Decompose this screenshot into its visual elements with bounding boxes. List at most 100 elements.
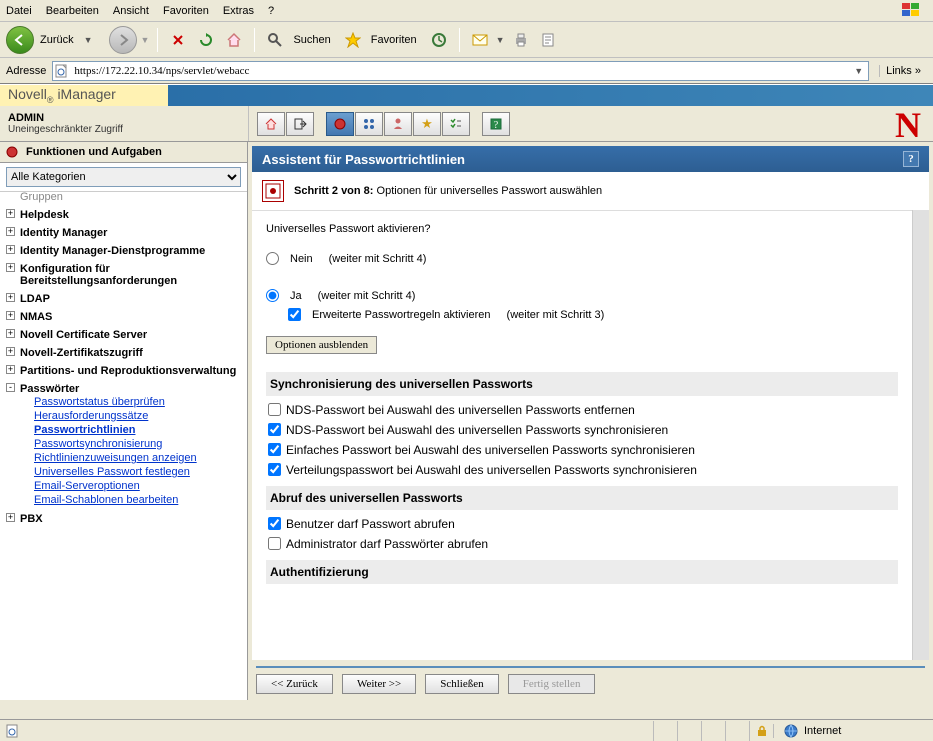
expand-icon[interactable]: + [6, 311, 15, 320]
menu-ansicht[interactable]: Ansicht [113, 5, 149, 17]
expand-icon[interactable]: + [6, 209, 15, 218]
mail-button[interactable] [468, 28, 492, 52]
task-list-icon[interactable] [442, 112, 470, 136]
checkbox-extended-label: Erweiterte Passwortregeln aktivieren [312, 309, 491, 321]
expand-icon[interactable]: + [6, 513, 15, 522]
help-button[interactable]: ? [903, 151, 919, 167]
expand-icon[interactable]: + [6, 365, 15, 374]
tree-item-partitions[interactable]: +Partitions- und Reproduktionsverwaltung [6, 362, 241, 380]
menu-favoriten[interactable]: Favoriten [163, 5, 209, 17]
main-area: Funktionen und Aufgaben Alle Kategorien … [0, 142, 933, 700]
refresh-button[interactable] [194, 28, 218, 52]
expand-icon[interactable]: + [6, 347, 15, 356]
next-button-wizard[interactable]: Weiter >> [342, 674, 416, 694]
tree-item-ldap[interactable]: +LDAP [6, 290, 241, 308]
sublink-password-sync[interactable]: Passwortsynchronisierung [34, 437, 241, 451]
address-bar: Adresse ▼ Links » [0, 58, 933, 84]
checkbox-sync-simple[interactable] [268, 443, 281, 456]
favorites-label: Favoriten [371, 34, 417, 46]
mail-dropdown-icon[interactable]: ▼ [496, 35, 505, 45]
tree-item-cert-access[interactable]: +Novell-Zertifikatszugriff [6, 344, 241, 362]
tree-item-helpdesk[interactable]: +Helpdesk [6, 206, 241, 224]
expand-icon[interactable]: + [6, 263, 15, 272]
tree-item-identity-manager-tools[interactable]: +Identity Manager-Dienstprogramme [6, 242, 241, 260]
toggle-options-button[interactable]: Optionen ausblenden [266, 336, 377, 354]
radio-ja[interactable] [266, 289, 279, 302]
expand-icon[interactable]: + [6, 227, 15, 236]
home-button[interactable] [222, 28, 246, 52]
expand-icon[interactable]: + [6, 329, 15, 338]
checkbox-sync-dist[interactable] [268, 463, 281, 476]
expand-icon[interactable]: + [6, 245, 15, 254]
option-extended-row[interactable]: Erweiterte Passwortregeln aktivieren (we… [288, 305, 898, 324]
menu-extras[interactable]: Extras [223, 5, 254, 17]
stop-button[interactable] [166, 28, 190, 52]
menu-datei[interactable]: Datei [6, 5, 32, 17]
close-button-wizard[interactable]: Schließen [425, 674, 498, 694]
history-button[interactable] [427, 28, 451, 52]
radio-ja-hint: (weiter mit Schritt 4) [318, 290, 416, 302]
collapse-icon[interactable]: - [6, 383, 15, 392]
step-header: Schritt 2 von 8: Optionen für universell… [252, 172, 929, 210]
checkbox-remove-nds[interactable] [268, 403, 281, 416]
menu-help[interactable]: ? [268, 5, 274, 17]
tree-item-passwords[interactable]: -Passwörter Passwortstatus überprüfen He… [6, 380, 241, 510]
print-button[interactable] [509, 28, 533, 52]
vertical-scrollbar[interactable] [912, 210, 929, 660]
tree-item-gruppen[interactable]: Gruppen [6, 192, 241, 206]
exit-icon[interactable] [286, 112, 314, 136]
links-label[interactable]: Links » [879, 65, 927, 77]
chk-sync-dist[interactable]: Verteilungspasswort bei Auswahl des univ… [266, 460, 898, 480]
menu-bearbeiten[interactable]: Bearbeiten [46, 5, 99, 17]
expand-icon[interactable]: + [6, 293, 15, 302]
search-button[interactable] [263, 28, 287, 52]
sublink-password-status[interactable]: Passwortstatus überprüfen [34, 395, 241, 409]
sidebar-header-icon [6, 146, 20, 158]
sublink-policy-assignments[interactable]: Richtlinienzuweisungen anzeigen [34, 451, 241, 465]
favorites-button[interactable] [341, 28, 365, 52]
address-dropdown-icon[interactable]: ▼ [851, 66, 866, 76]
checkbox-extended-rules[interactable] [288, 308, 301, 321]
chk-sync-nds[interactable]: NDS-Passwort bei Auswahl des universelle… [266, 420, 898, 440]
home-icon[interactable] [257, 112, 285, 136]
tree-item-cert-server[interactable]: +Novell Certificate Server [6, 326, 241, 344]
checkbox-user-retrieve[interactable] [268, 517, 281, 530]
view-objects-icon[interactable] [355, 112, 383, 136]
category-select[interactable]: Alle Kategorien [6, 167, 241, 187]
sublink-universal-password[interactable]: Universelles Passwort festlegen [34, 465, 241, 479]
wizard-body: Universelles Passwort aktivieren? Nein (… [252, 210, 912, 660]
chk-remove-nds[interactable]: NDS-Passwort bei Auswahl des universelle… [266, 400, 898, 420]
sublink-challenge-sets[interactable]: Herausforderungssätze [34, 409, 241, 423]
sublink-password-policies[interactable]: Passwortrichtlinien [34, 423, 241, 437]
back-button[interactable] [6, 26, 34, 54]
roles-icon[interactable] [326, 112, 354, 136]
tree-item-pbx[interactable]: +PBX [6, 510, 241, 528]
edit-button[interactable] [537, 28, 561, 52]
favorites-icon[interactable]: ★ [413, 112, 441, 136]
forward-button[interactable] [109, 26, 137, 54]
status-cells [653, 721, 773, 741]
checkbox-extended-hint: (weiter mit Schritt 3) [507, 309, 605, 321]
sublink-email-server-options[interactable]: Email-Serveroptionen [34, 479, 241, 493]
address-field-wrap[interactable]: ▼ [52, 61, 869, 81]
ie-page-icon [6, 724, 20, 738]
radio-nein[interactable] [266, 252, 279, 265]
chk-admin-retrieve[interactable]: Administrator darf Passwörter abrufen [266, 534, 898, 554]
help-icon[interactable]: ? [482, 112, 510, 136]
option-nein-row[interactable]: Nein (weiter mit Schritt 4) [266, 249, 898, 268]
address-input[interactable] [72, 65, 851, 77]
checkbox-sync-nds[interactable] [268, 423, 281, 436]
tree-item-nmas[interactable]: +NMAS [6, 308, 241, 326]
chk-sync-simple[interactable]: Einfaches Passwort bei Auswahl des unive… [266, 440, 898, 460]
back-button-wizard[interactable]: << Zurück [256, 674, 333, 694]
checkbox-admin-retrieve[interactable] [268, 537, 281, 550]
sublink-email-templates[interactable]: Email-Schablonen bearbeiten [34, 493, 241, 507]
back-dropdown-icon[interactable]: ▼ [84, 35, 93, 45]
forward-dropdown-icon[interactable]: ▼ [141, 35, 150, 45]
configure-icon[interactable] [384, 112, 412, 136]
tree-item-identity-manager[interactable]: +Identity Manager [6, 224, 241, 242]
tree-item-provisioning-config[interactable]: +Konfiguration für Bereitstellungsanford… [6, 260, 241, 290]
address-label: Adresse [6, 65, 46, 77]
chk-user-retrieve[interactable]: Benutzer darf Passwort abrufen [266, 514, 898, 534]
option-ja-row[interactable]: Ja (weiter mit Schritt 4) [266, 286, 898, 305]
